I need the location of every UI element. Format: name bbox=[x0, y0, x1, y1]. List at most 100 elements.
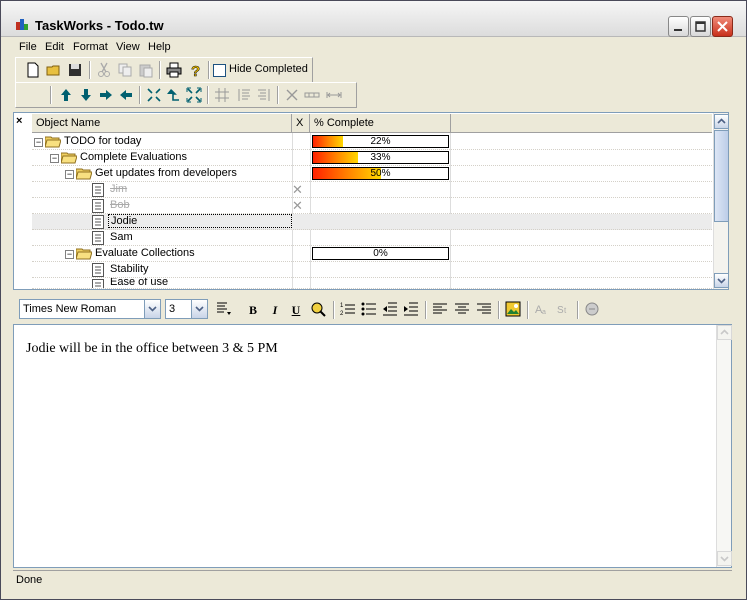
underline-button[interactable]: U bbox=[287, 301, 305, 319]
hierarchy-button[interactable] bbox=[255, 86, 273, 104]
save-button[interactable] bbox=[66, 61, 84, 79]
hide-completed-label[interactable]: Hide Completed bbox=[229, 63, 308, 75]
menu-format[interactable]: Format bbox=[73, 41, 108, 53]
paste-button[interactable] bbox=[137, 61, 155, 79]
align-center-button[interactable] bbox=[453, 301, 471, 319]
collapse-toggle[interactable]: − bbox=[65, 170, 74, 179]
new-button[interactable] bbox=[24, 61, 42, 79]
number-list-button[interactable] bbox=[235, 86, 253, 104]
outdent-button[interactable] bbox=[117, 86, 135, 104]
print-button[interactable] bbox=[165, 61, 183, 79]
tree-row[interactable]: − TODO for today 22% bbox=[32, 134, 712, 150]
font-size-dropdown[interactable] bbox=[191, 300, 207, 318]
collapse-toggle[interactable]: − bbox=[65, 250, 74, 259]
tree-row[interactable]: Bob ✕ bbox=[32, 198, 712, 214]
numbered-list-icon: 12 bbox=[340, 303, 355, 317]
spell-check-button[interactable] bbox=[583, 301, 601, 319]
scroll-thumb[interactable] bbox=[714, 130, 729, 222]
align-left-button[interactable] bbox=[431, 301, 449, 319]
minimize-button[interactable] bbox=[668, 16, 689, 37]
tree-row[interactable]: Ease of use bbox=[32, 278, 712, 289]
strikethrough-button[interactable]: St bbox=[555, 301, 573, 319]
minimize-icon bbox=[674, 29, 682, 31]
separator bbox=[527, 301, 529, 319]
collapse-toggle[interactable]: − bbox=[34, 138, 43, 147]
completed-x-icon[interactable]: ✕ bbox=[292, 198, 303, 214]
tree-row[interactable]: Jim ✕ bbox=[32, 182, 712, 198]
scroll-down-button[interactable] bbox=[717, 551, 732, 566]
find-button[interactable] bbox=[309, 301, 327, 319]
insert-column-button[interactable] bbox=[303, 86, 321, 104]
column-width-button[interactable] bbox=[325, 86, 343, 104]
go-parent-button[interactable] bbox=[165, 86, 183, 104]
scroll-up-button[interactable] bbox=[717, 325, 732, 340]
copy-button[interactable] bbox=[116, 61, 134, 79]
move-up-button[interactable] bbox=[57, 86, 75, 104]
italic-button[interactable]: I bbox=[266, 301, 284, 319]
indent-button[interactable] bbox=[97, 86, 115, 104]
expand-all-button[interactable] bbox=[185, 86, 203, 104]
editor-scrollbar[interactable] bbox=[716, 325, 732, 567]
font-name-dropdown[interactable] bbox=[144, 300, 160, 318]
separator bbox=[577, 301, 579, 319]
scroll-up-button[interactable] bbox=[714, 114, 729, 129]
document-icon bbox=[92, 263, 104, 277]
close-button[interactable] bbox=[712, 16, 733, 37]
column-header-object-name[interactable]: Object Name bbox=[32, 114, 292, 133]
paragraph-style-button[interactable] bbox=[215, 301, 233, 319]
decrease-indent-button[interactable] bbox=[381, 301, 399, 319]
column-header-x[interactable]: X bbox=[292, 114, 310, 133]
align-left-icon bbox=[433, 303, 447, 314]
grid-button[interactable] bbox=[213, 86, 231, 104]
magnifier-icon bbox=[311, 302, 326, 317]
move-down-button[interactable] bbox=[77, 86, 95, 104]
main-toolbar: ? Hide Completed bbox=[15, 57, 313, 83]
help-button[interactable]: ? bbox=[186, 61, 204, 79]
task-tree[interactable]: × Object Name X % Complete − TODO for to… bbox=[13, 112, 729, 290]
note-editor[interactable]: Jodie will be in the office between 3 & … bbox=[13, 324, 732, 568]
numbered-list-button[interactable]: 12 bbox=[339, 301, 357, 319]
tree-row[interactable]: − Complete Evaluations 33% bbox=[32, 150, 712, 166]
tree-row[interactable]: − Get updates from developers 50% bbox=[32, 166, 712, 182]
chevron-up-icon bbox=[720, 329, 729, 335]
hide-completed-checkbox[interactable] bbox=[213, 64, 226, 77]
font-size-select[interactable]: 3 bbox=[165, 299, 208, 319]
completed-x-icon[interactable]: ✕ bbox=[292, 182, 303, 198]
title-bar[interactable]: TaskWorks - Todo.tw bbox=[1, 1, 746, 37]
progress-bar: 22% bbox=[312, 135, 449, 148]
close-panel-icon[interactable]: × bbox=[16, 115, 22, 127]
increase-indent-button[interactable] bbox=[402, 301, 420, 319]
align-right-button[interactable] bbox=[475, 301, 493, 319]
font-size-value: 3 bbox=[169, 303, 176, 315]
tree-row[interactable]: Sam bbox=[32, 230, 712, 246]
tree-scrollbar[interactable] bbox=[713, 113, 729, 289]
scroll-down-button[interactable] bbox=[714, 273, 729, 288]
tree-row[interactable]: Stability bbox=[32, 262, 712, 278]
cut-button[interactable] bbox=[95, 61, 113, 79]
svg-text:?: ? bbox=[191, 63, 200, 78]
chevron-down-icon bbox=[717, 278, 726, 284]
tree-row[interactable]: Jodie bbox=[32, 214, 712, 230]
maximize-button[interactable] bbox=[690, 16, 711, 37]
arrow-down-icon bbox=[81, 89, 91, 101]
menu-help[interactable]: Help bbox=[148, 41, 171, 53]
bold-button[interactable]: B bbox=[244, 301, 262, 319]
progress-text: 0% bbox=[373, 248, 388, 259]
font-color-button[interactable]: Aa bbox=[533, 301, 551, 319]
collapse-all-button[interactable] bbox=[145, 86, 163, 104]
font-name-select[interactable]: Times New Roman bbox=[19, 299, 161, 319]
open-button[interactable] bbox=[45, 61, 63, 79]
note-text[interactable]: Jodie will be in the office between 3 & … bbox=[26, 341, 278, 357]
insert-image-button[interactable] bbox=[504, 301, 522, 319]
collapse-toggle[interactable]: − bbox=[50, 154, 59, 163]
menu-file[interactable]: File bbox=[19, 41, 37, 53]
progress-text: 33% bbox=[370, 152, 391, 163]
tree-row[interactable]: − Evaluate Collections 0% bbox=[32, 246, 712, 262]
column-header-percent-complete[interactable]: % Complete bbox=[310, 114, 451, 133]
bullet-list-button[interactable] bbox=[360, 301, 378, 319]
help-icon: ? bbox=[191, 63, 201, 78]
menu-view[interactable]: View bbox=[116, 41, 140, 53]
separator bbox=[207, 86, 209, 104]
delete-button[interactable] bbox=[283, 86, 301, 104]
menu-edit[interactable]: Edit bbox=[45, 41, 64, 53]
